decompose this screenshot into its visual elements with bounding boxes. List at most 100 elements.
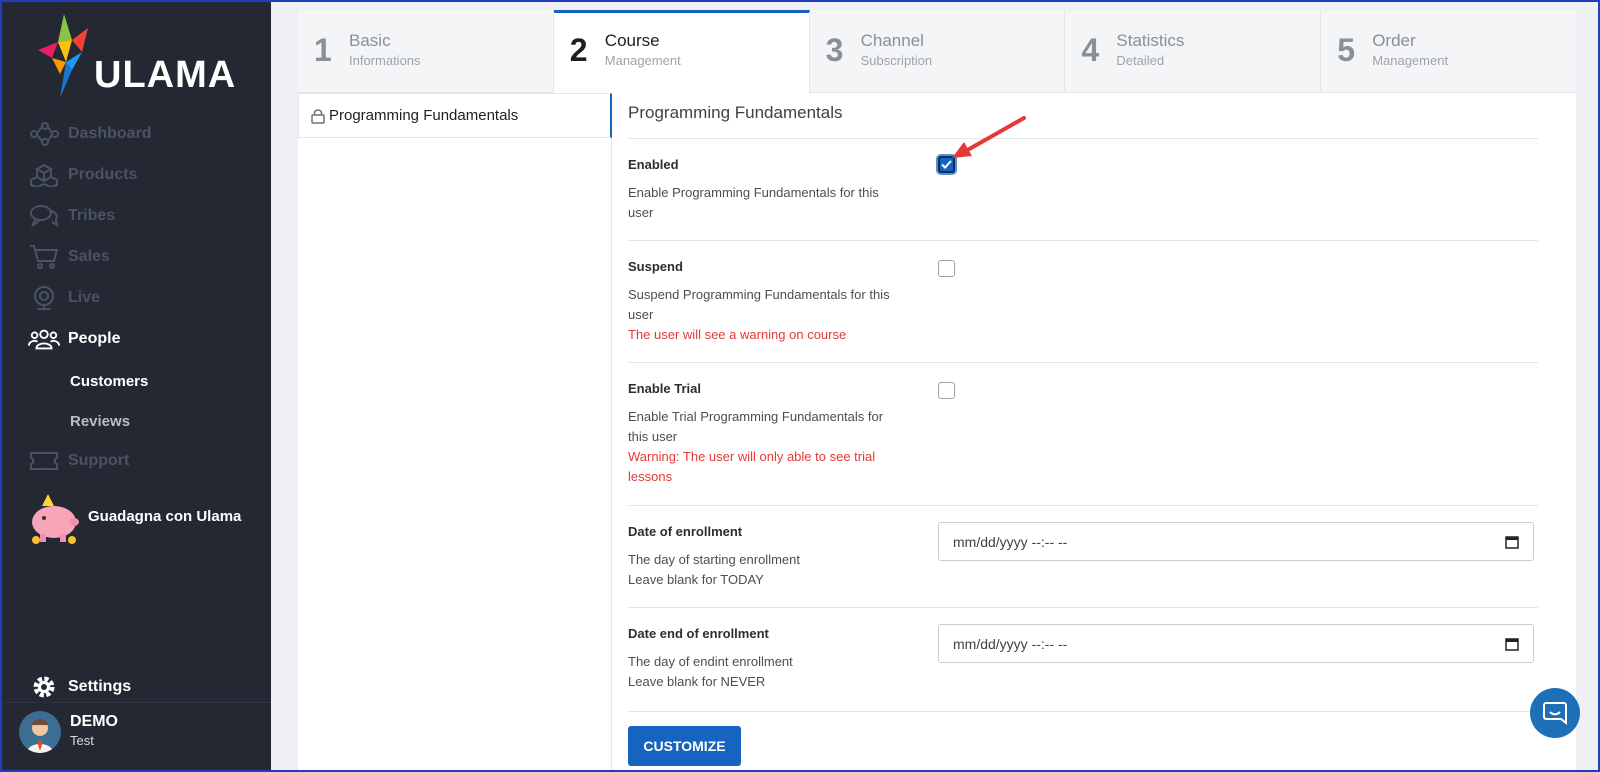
trial-description: Enable Trial Programming Fundamentals fo… xyxy=(628,407,903,487)
chat-launcher-button[interactable] xyxy=(1530,688,1580,738)
sidebar-item-label: Products xyxy=(68,166,138,183)
step-title: Order xyxy=(1372,31,1416,50)
trial-row: Enable Trial Enable Trial Programming Fu… xyxy=(628,362,1538,505)
brand-name: ULAMA xyxy=(94,54,237,96)
network-icon xyxy=(28,120,60,148)
enabled-label: Enabled xyxy=(628,157,679,172)
sidebar-item-products[interactable]: Products xyxy=(2,158,271,192)
enroll-end-description: The day of endint enrollment Leave blank… xyxy=(628,652,898,692)
wizard-steps: 1 Basic Informations 2 Course Management… xyxy=(298,10,1576,93)
enabled-row: Enabled Enable Programming Fundamentals … xyxy=(628,138,1538,240)
sidebar-item-support[interactable]: Support xyxy=(2,444,271,478)
step-subtitle: Management xyxy=(604,53,681,68)
enroll-end-row: Date end of enrollment The day of endint… xyxy=(628,607,1538,711)
step-subtitle: Subscription xyxy=(860,53,933,68)
chat-icon xyxy=(1543,702,1567,725)
step-order[interactable]: 5 Order Management xyxy=(1321,10,1576,93)
app-window: ULAMA Dashboard Products Tribes Sales Li… xyxy=(2,2,1598,770)
step-number: 2 xyxy=(569,32,588,68)
enroll-start-label: Date of enrollment xyxy=(628,524,743,539)
enroll-end-desc-line2: Leave blank for NEVER xyxy=(628,674,766,689)
sidebar-item-live[interactable]: Live xyxy=(2,281,271,315)
datetime-placeholder: mm/dd/yyyy --:-- -- xyxy=(953,636,1068,652)
step-number: 4 xyxy=(1081,32,1100,68)
trial-warning: Warning: The user will only able to see … xyxy=(628,449,876,484)
ticket-icon xyxy=(28,447,60,475)
suspend-description: Suspend Programming Fundamentals for thi… xyxy=(628,285,898,345)
sidebar-item-label: Sales xyxy=(68,248,110,265)
step-channel[interactable]: 3 Channel Subscription xyxy=(810,10,1066,93)
user-name: DEMO xyxy=(70,713,118,730)
settings-label: Settings xyxy=(68,678,132,695)
sidebar-item-people[interactable]: People xyxy=(2,322,271,356)
suspend-row: Suspend Suspend Programming Fundamentals… xyxy=(628,240,1538,362)
course-list-item[interactable]: Programming Fundamentals xyxy=(298,93,612,138)
user-role: Test xyxy=(70,733,94,748)
sidebar-item-dashboard[interactable]: Dashboard xyxy=(2,117,271,151)
ulama-logo[interactable]: ULAMA xyxy=(36,12,246,102)
sidebar: ULAMA Dashboard Products Tribes Sales Li… xyxy=(2,2,271,770)
suspend-warning: The user will see a warning on course xyxy=(628,327,847,342)
step-title: Course xyxy=(604,31,660,50)
promo-link[interactable]: Guadagna con Ulama xyxy=(88,508,241,525)
course-name: Programming Fundamentals xyxy=(329,107,519,124)
step-title: Basic xyxy=(349,31,391,50)
sidebar-subitem-customers[interactable]: Customers xyxy=(70,373,148,390)
enroll-start-description: The day of starting enrollment Leave bla… xyxy=(628,550,898,590)
sidebar-item-label: People xyxy=(68,330,121,347)
user-profile[interactable]: DEMO Test xyxy=(2,702,271,770)
enabled-description: Enable Programming Fundamentals for this… xyxy=(628,185,879,220)
enroll-end-desc-line1: The day of endint enrollment xyxy=(628,654,793,669)
calendar-icon[interactable] xyxy=(1505,637,1519,656)
suspend-label: Suspend xyxy=(628,259,683,274)
course-list: Programming Fundamentals xyxy=(298,93,612,770)
cart-icon xyxy=(28,243,60,271)
trial-label: Enable Trial xyxy=(628,381,701,396)
datetime-placeholder: mm/dd/yyyy --:-- -- xyxy=(953,534,1068,550)
step-number: 5 xyxy=(1337,32,1355,68)
enroll-end-datetime-input[interactable]: mm/dd/yyyy --:-- -- xyxy=(938,624,1534,663)
annotation-arrow-icon xyxy=(952,116,1026,158)
gear-icon xyxy=(31,674,57,705)
form-title: Programming Fundamentals xyxy=(628,103,843,122)
sidebar-item-label: Tribes xyxy=(68,207,116,224)
step-course[interactable]: 2 Course Management xyxy=(553,10,810,93)
customize-button[interactable]: CUSTOMIZE xyxy=(628,726,741,766)
trial-description-text: Enable Trial Programming Fundamentals fo… xyxy=(628,409,884,444)
sidebar-item-label: Support xyxy=(68,452,130,469)
step-title: Channel xyxy=(860,31,924,50)
lock-icon xyxy=(311,108,325,129)
cubes-icon xyxy=(28,161,60,189)
trial-checkbox[interactable] xyxy=(938,382,955,399)
suspend-description-text: Suspend Programming Fundamentals for thi… xyxy=(628,287,890,322)
enroll-start-desc-line2: Leave blank for TODAY xyxy=(628,572,764,587)
step-statistics[interactable]: 4 Statistics Detailed xyxy=(1065,10,1322,93)
calendar-icon[interactable] xyxy=(1505,535,1519,554)
step-number: 1 xyxy=(314,32,332,68)
sidebar-item-tribes[interactable]: Tribes xyxy=(2,199,271,233)
enroll-start-datetime-input[interactable]: mm/dd/yyyy --:-- -- xyxy=(938,522,1534,561)
form-divider xyxy=(628,711,1538,712)
enroll-end-label: Date end of enrollment xyxy=(628,626,769,641)
piggy-bank-icon[interactable] xyxy=(26,490,82,546)
sidebar-item-label: Dashboard xyxy=(68,125,152,142)
step-title: Statistics xyxy=(1116,31,1185,50)
enroll-start-row: Date of enrollment The day of starting e… xyxy=(628,505,1538,607)
customer-card: 1 Basic Informations 2 Course Management… xyxy=(298,10,1576,770)
step-subtitle: Informations xyxy=(349,53,421,68)
people-icon xyxy=(28,325,60,353)
webcam-icon xyxy=(28,284,60,312)
step-basic[interactable]: 1 Basic Informations xyxy=(298,10,554,93)
sidebar-item-label: Live xyxy=(68,289,101,306)
step-subtitle: Management xyxy=(1372,53,1449,68)
origami-bird-icon xyxy=(38,14,88,98)
step-subtitle: Detailed xyxy=(1116,53,1165,68)
chat-bubbles-icon xyxy=(28,202,60,230)
suspend-checkbox[interactable] xyxy=(938,260,955,277)
enroll-start-desc-line1: The day of starting enrollment xyxy=(628,552,800,567)
step-number: 3 xyxy=(825,32,844,68)
sidebar-item-settings[interactable]: Settings xyxy=(2,674,271,704)
sidebar-subitem-reviews[interactable]: Reviews xyxy=(70,413,130,430)
sidebar-item-sales[interactable]: Sales xyxy=(2,240,271,274)
avatar xyxy=(19,711,61,753)
